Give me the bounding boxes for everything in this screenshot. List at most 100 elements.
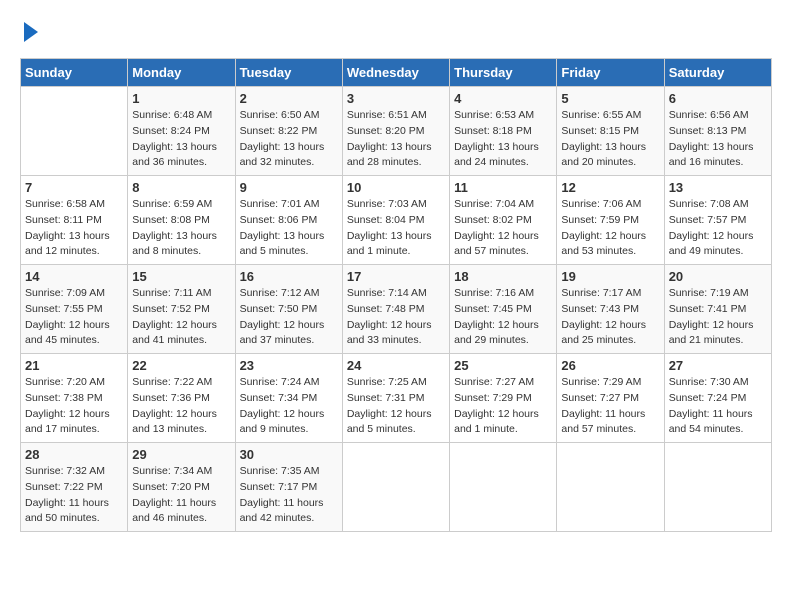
calendar-table: SundayMondayTuesdayWednesdayThursdayFrid… (20, 58, 772, 532)
day-number: 5 (561, 91, 659, 106)
calendar-cell: 4 Sunrise: 6:53 AMSunset: 8:18 PMDaylight… (450, 87, 557, 176)
calendar-cell: 14 Sunrise: 7:09 AMSunset: 7:55 PMDayligh… (21, 265, 128, 354)
day-of-week-header: Sunday (21, 59, 128, 87)
day-number: 8 (132, 180, 230, 195)
calendar-cell: 27 Sunrise: 7:30 AMSunset: 7:24 PMDayligh… (664, 354, 771, 443)
day-info: Sunrise: 6:53 AMSunset: 8:18 PMDaylight:… (454, 108, 552, 171)
calendar-cell: 8 Sunrise: 6:59 AMSunset: 8:08 PMDaylight… (128, 176, 235, 265)
day-info: Sunrise: 7:34 AMSunset: 7:20 PMDaylight:… (132, 464, 230, 527)
day-number: 6 (669, 91, 767, 106)
day-info: Sunrise: 7:25 AMSunset: 7:31 PMDaylight:… (347, 375, 445, 438)
calendar-cell (664, 443, 771, 532)
calendar-cell: 10 Sunrise: 7:03 AMSunset: 8:04 PMDayligh… (342, 176, 449, 265)
day-number: 19 (561, 269, 659, 284)
calendar-cell: 22 Sunrise: 7:22 AMSunset: 7:36 PMDayligh… (128, 354, 235, 443)
day-number: 1 (132, 91, 230, 106)
day-of-week-header: Thursday (450, 59, 557, 87)
day-number: 24 (347, 358, 445, 373)
day-number: 7 (25, 180, 123, 195)
day-number: 3 (347, 91, 445, 106)
day-info: Sunrise: 7:12 AMSunset: 7:50 PMDaylight:… (240, 286, 338, 349)
day-info: Sunrise: 6:55 AMSunset: 8:15 PMDaylight:… (561, 108, 659, 171)
day-info: Sunrise: 7:19 AMSunset: 7:41 PMDaylight:… (669, 286, 767, 349)
calendar-cell: 6Sunrise: 6:56 AMSunset: 8:13 PMDaylight… (664, 87, 771, 176)
day-number: 10 (347, 180, 445, 195)
calendar-cell: 26 Sunrise: 7:29 AMSunset: 7:27 PMDayligh… (557, 354, 664, 443)
calendar-cell: 2Sunrise: 6:50 AMSunset: 8:22 PMDaylight… (235, 87, 342, 176)
calendar-cell: 24 Sunrise: 7:25 AMSunset: 7:31 PMDayligh… (342, 354, 449, 443)
day-number: 4 (454, 91, 552, 106)
day-number: 17 (347, 269, 445, 284)
calendar-week-row: 21 Sunrise: 7:20 AMSunset: 7:38 PMDayligh… (21, 354, 772, 443)
calendar-cell: 30 Sunrise: 7:35 AMSunset: 7:17 PMDayligh… (235, 443, 342, 532)
calendar-cell: 20 Sunrise: 7:19 AMSunset: 7:41 PMDayligh… (664, 265, 771, 354)
calendar-cell: 11 Sunrise: 7:04 AMSunset: 8:02 PMDayligh… (450, 176, 557, 265)
day-info: Sunrise: 6:59 AMSunset: 8:08 PMDaylight:… (132, 197, 230, 260)
calendar-cell (21, 87, 128, 176)
day-info: Sunrise: 6:48 AMSunset: 8:24 PMDaylight:… (132, 108, 230, 171)
day-info: Sunrise: 7:04 AMSunset: 8:02 PMDaylight:… (454, 197, 552, 260)
day-number: 23 (240, 358, 338, 373)
calendar-header-row: SundayMondayTuesdayWednesdayThursdayFrid… (21, 59, 772, 87)
day-info: Sunrise: 7:27 AMSunset: 7:29 PMDaylight:… (454, 375, 552, 438)
day-of-week-header: Friday (557, 59, 664, 87)
day-info: Sunrise: 7:11 AMSunset: 7:52 PMDaylight:… (132, 286, 230, 349)
calendar-cell: 13 Sunrise: 7:08 AMSunset: 7:57 PMDayligh… (664, 176, 771, 265)
day-of-week-header: Tuesday (235, 59, 342, 87)
day-info: Sunrise: 7:17 AMSunset: 7:43 PMDaylight:… (561, 286, 659, 349)
day-number: 18 (454, 269, 552, 284)
day-info: Sunrise: 7:06 AMSunset: 7:59 PMDaylight:… (561, 197, 659, 260)
day-info: Sunrise: 7:24 AMSunset: 7:34 PMDaylight:… (240, 375, 338, 438)
day-info: Sunrise: 7:09 AMSunset: 7:55 PMDaylight:… (25, 286, 123, 349)
day-info: Sunrise: 7:32 AMSunset: 7:22 PMDaylight:… (25, 464, 123, 527)
calendar-cell (557, 443, 664, 532)
calendar-cell: 23 Sunrise: 7:24 AMSunset: 7:34 PMDayligh… (235, 354, 342, 443)
day-info: Sunrise: 7:29 AMSunset: 7:27 PMDaylight:… (561, 375, 659, 438)
day-of-week-header: Saturday (664, 59, 771, 87)
day-info: Sunrise: 7:35 AMSunset: 7:17 PMDaylight:… (240, 464, 338, 527)
day-info: Sunrise: 6:50 AMSunset: 8:22 PMDaylight:… (240, 108, 338, 171)
day-number: 9 (240, 180, 338, 195)
day-info: Sunrise: 7:01 AMSunset: 8:06 PMDaylight:… (240, 197, 338, 260)
page-header (20, 20, 772, 42)
day-number: 14 (25, 269, 123, 284)
calendar-cell: 5 Sunrise: 6:55 AMSunset: 8:15 PMDaylight… (557, 87, 664, 176)
day-of-week-header: Monday (128, 59, 235, 87)
calendar-cell: 17 Sunrise: 7:14 AMSunset: 7:48 PMDayligh… (342, 265, 449, 354)
day-number: 26 (561, 358, 659, 373)
calendar-cell: 29 Sunrise: 7:34 AMSunset: 7:20 PMDayligh… (128, 443, 235, 532)
calendar-week-row: 14 Sunrise: 7:09 AMSunset: 7:55 PMDayligh… (21, 265, 772, 354)
calendar-week-row: 7Sunrise: 6:58 AMSunset: 8:11 PMDaylight… (21, 176, 772, 265)
calendar-week-row: 1 Sunrise: 6:48 AMSunset: 8:24 PMDaylight… (21, 87, 772, 176)
calendar-cell (342, 443, 449, 532)
day-number: 25 (454, 358, 552, 373)
logo-arrow-icon (24, 22, 38, 42)
day-info: Sunrise: 7:08 AMSunset: 7:57 PMDaylight:… (669, 197, 767, 260)
day-number: 30 (240, 447, 338, 462)
day-info: Sunrise: 6:51 AMSunset: 8:20 PMDaylight:… (347, 108, 445, 171)
calendar-cell: 19 Sunrise: 7:17 AMSunset: 7:43 PMDayligh… (557, 265, 664, 354)
day-number: 13 (669, 180, 767, 195)
day-number: 20 (669, 269, 767, 284)
day-number: 22 (132, 358, 230, 373)
calendar-cell: 16Sunrise: 7:12 AMSunset: 7:50 PMDayligh… (235, 265, 342, 354)
day-number: 27 (669, 358, 767, 373)
day-info: Sunrise: 7:30 AMSunset: 7:24 PMDaylight:… (669, 375, 767, 438)
day-info: Sunrise: 7:03 AMSunset: 8:04 PMDaylight:… (347, 197, 445, 260)
calendar-cell: 15 Sunrise: 7:11 AMSunset: 7:52 PMDayligh… (128, 265, 235, 354)
calendar-cell: 28Sunrise: 7:32 AMSunset: 7:22 PMDayligh… (21, 443, 128, 532)
calendar-cell: 9 Sunrise: 7:01 AMSunset: 8:06 PMDaylight… (235, 176, 342, 265)
day-info: Sunrise: 7:14 AMSunset: 7:48 PMDaylight:… (347, 286, 445, 349)
day-number: 21 (25, 358, 123, 373)
calendar-cell: 12Sunrise: 7:06 AMSunset: 7:59 PMDayligh… (557, 176, 664, 265)
calendar-cell: 3 Sunrise: 6:51 AMSunset: 8:20 PMDaylight… (342, 87, 449, 176)
day-info: Sunrise: 7:20 AMSunset: 7:38 PMDaylight:… (25, 375, 123, 438)
calendar-week-row: 28Sunrise: 7:32 AMSunset: 7:22 PMDayligh… (21, 443, 772, 532)
day-info: Sunrise: 7:16 AMSunset: 7:45 PMDaylight:… (454, 286, 552, 349)
day-number: 11 (454, 180, 552, 195)
calendar-cell: 7Sunrise: 6:58 AMSunset: 8:11 PMDaylight… (21, 176, 128, 265)
logo (20, 20, 38, 42)
day-number: 29 (132, 447, 230, 462)
day-info: Sunrise: 7:22 AMSunset: 7:36 PMDaylight:… (132, 375, 230, 438)
day-number: 15 (132, 269, 230, 284)
